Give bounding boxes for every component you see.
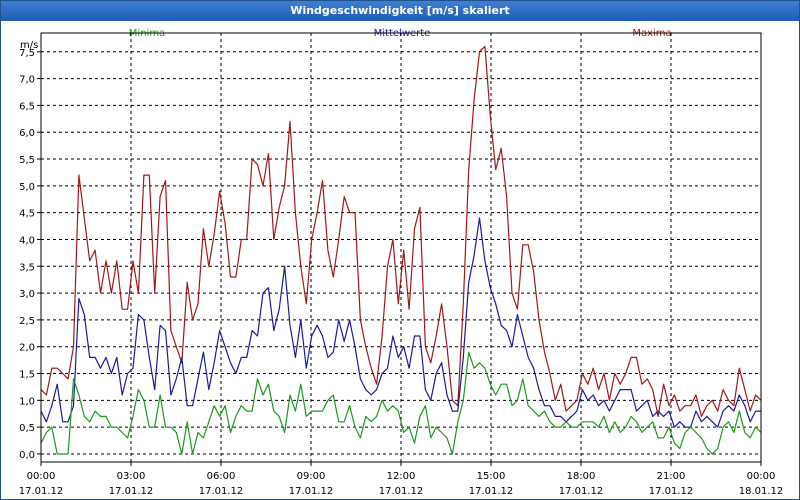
x-tick-time: 15:00 <box>477 471 506 482</box>
plot-frame <box>40 32 762 463</box>
x-tick-date: 17.01.12 <box>559 486 604 497</box>
x-tick-time: 06:00 <box>207 471 236 482</box>
x-tick-time: 18:00 <box>567 471 596 482</box>
y-tick-label: 6,5 <box>19 101 35 112</box>
x-tick-date: 17.01.12 <box>109 486 154 497</box>
x-tick-date: 17.01.12 <box>469 486 514 497</box>
y-tick-label: 1,0 <box>19 396 35 407</box>
chart-window: Windgeschwindigkeit [m/s] skaliert m/s M… <box>0 0 800 500</box>
x-tick-time: 12:00 <box>387 471 416 482</box>
x-tick-date: 17.01.12 <box>199 486 244 497</box>
y-tick-label: 5,5 <box>19 155 35 166</box>
series-line-minima <box>40 351 762 455</box>
x-tick-time: 09:00 <box>297 471 326 482</box>
x-tick-date: 17.01.12 <box>289 486 334 497</box>
x-axis-ticks: 00:00 17.01.12 03:00 17.01.12 06:00 17.01.12 0… <box>19 462 784 497</box>
window-title: Windgeschwindigkeit [m/s] skaliert <box>1 1 799 21</box>
y-tick-label: 2,5 <box>19 316 35 327</box>
wind-speed-chart: m/s Minima Mittelwerte Maxima 0,00,51,01,5… <box>19 28 784 497</box>
x-tick-date: 18.01.12 <box>739 486 784 497</box>
y-tick-label: 4,0 <box>19 235 35 246</box>
y-axis-ticks: 0,0 0,5 1,0 1,5 2,0 2,5 3,0 3,5 4,0 4,5 5,0 5,5 6,0 6… <box>19 48 41 461</box>
y-tick-label: 4,5 <box>19 209 35 220</box>
y-tick-label: 7,0 <box>19 75 35 86</box>
y-tick-label: 1,5 <box>19 370 35 381</box>
y-tick-label: 7,5 <box>19 48 35 59</box>
y-tick-label: 3,0 <box>19 289 35 300</box>
y-tick-label: 0,5 <box>19 423 35 434</box>
x-tick-time: 00:00 <box>27 471 56 482</box>
x-tick-time: 00:00 <box>747 471 776 482</box>
y-tick-label: 5,0 <box>19 182 35 193</box>
x-tick-date: 17.01.12 <box>649 486 694 497</box>
grid <box>41 33 761 462</box>
y-tick-label: 3,5 <box>19 262 35 273</box>
y-tick-label: 6,0 <box>19 128 35 139</box>
x-tick-time: 03:00 <box>117 471 146 482</box>
x-tick-date: 17.01.12 <box>19 486 64 497</box>
x-tick-time: 21:00 <box>657 471 686 482</box>
y-tick-label: 0,0 <box>19 450 35 461</box>
y-tick-label: 2,0 <box>19 343 35 354</box>
x-tick-date: 17.01.12 <box>379 486 424 497</box>
